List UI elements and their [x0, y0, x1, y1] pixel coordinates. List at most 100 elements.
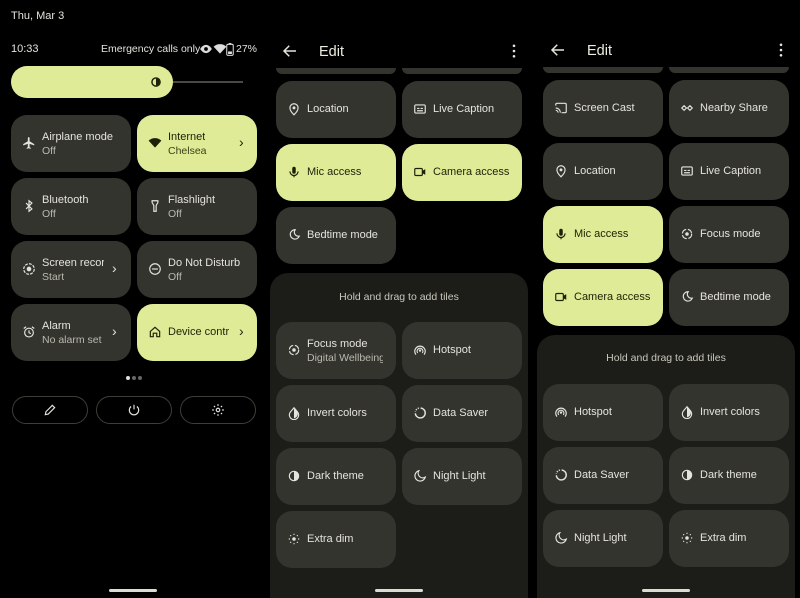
tile-dark-theme[interactable]: Dark theme — [276, 448, 396, 505]
tile-flashlight[interactable]: Flashlight Off — [137, 178, 257, 235]
tile-do-not-disturb[interactable]: Do Not Disturb Off — [137, 241, 257, 298]
page-dot — [132, 376, 136, 380]
tile-invert-colors[interactable]: Invert colors — [669, 384, 789, 441]
tile-focus-mode[interactable]: Focus mode — [669, 206, 789, 263]
gear-icon — [210, 402, 226, 418]
brightness-slider[interactable] — [11, 66, 173, 98]
quick-settings-panel: Thu, Mar 3 10:33 Emergency calls only 27… — [0, 0, 266, 598]
tile-bluetooth[interactable]: Bluetooth Off — [11, 178, 131, 235]
hotspot-icon — [412, 342, 428, 358]
tile-live-caption[interactable]: Live Caption — [402, 81, 522, 138]
chevron-right-icon: › — [239, 323, 244, 339]
tile-location[interactable]: Location — [543, 143, 663, 200]
tile-sublabel: Off — [168, 271, 182, 283]
tile-dark-theme[interactable]: Dark theme — [669, 447, 789, 504]
cast-icon — [553, 100, 569, 116]
alarm-icon — [21, 324, 37, 340]
tile-sublabel: Off — [42, 208, 56, 220]
bluetooth-icon — [21, 198, 37, 214]
tile-night-light[interactable]: Night Light — [402, 448, 522, 505]
tile-night-light[interactable]: Night Light — [543, 510, 663, 567]
tile-label: Data Saver — [574, 469, 630, 481]
tile-mic-access[interactable]: Mic access — [543, 206, 663, 263]
tile-label: Alarm — [42, 320, 71, 332]
page-title: Edit — [319, 44, 344, 60]
tile-label: Extra dim — [700, 532, 747, 544]
partial-tile — [402, 68, 522, 74]
camera-icon — [553, 289, 569, 305]
mic-icon — [286, 164, 302, 180]
back-arrow-icon[interactable] — [549, 41, 569, 61]
settings-button[interactable] — [180, 396, 256, 424]
tile-device-controls[interactable]: Device contr › — [137, 304, 257, 361]
tile-location[interactable]: Location — [276, 81, 396, 138]
chevron-right-icon: › — [112, 260, 117, 276]
tile-sublabel: Digital Wellbeing — [307, 352, 383, 364]
tile-label: Camera access — [433, 166, 510, 178]
tile-screen-record[interactable]: Screen recor Start › — [11, 241, 131, 298]
do-not-disturb-icon — [147, 261, 163, 277]
invert-icon — [679, 404, 695, 420]
tile-alarm[interactable]: Alarm No alarm set › — [11, 304, 131, 361]
home-icon — [147, 324, 163, 340]
tile-sublabel: Off — [168, 208, 182, 220]
tile-focus-mode[interactable]: Focus mode Digital Wellbeing — [276, 322, 396, 379]
power-icon — [126, 402, 142, 418]
tile-sublabel: No alarm set — [42, 334, 102, 346]
mic-icon — [553, 226, 569, 242]
tile-data-saver[interactable]: Data Saver — [543, 447, 663, 504]
gesture-bar[interactable] — [375, 589, 423, 592]
tile-airplane-mode[interactable]: Airplane mode Off — [11, 115, 131, 172]
night-light-icon — [553, 530, 569, 546]
location-icon — [553, 163, 569, 179]
tile-label: Location — [574, 165, 616, 177]
available-tiles-sheet: Hold and drag to add tiles Hotspot Inver… — [537, 335, 795, 598]
tile-label: Mic access — [307, 166, 362, 178]
tile-label: Device contr — [168, 326, 230, 338]
tile-label: Data Saver — [433, 407, 489, 419]
chevron-right-icon: › — [112, 323, 117, 339]
tile-bedtime-mode[interactable]: Bedtime mode — [276, 207, 396, 264]
tile-label: Dark theme — [307, 470, 364, 482]
tile-label: Do Not Disturb — [168, 257, 241, 269]
overflow-menu-icon[interactable] — [777, 43, 785, 57]
tile-label: Night Light — [574, 532, 627, 544]
battery-percent: 27% — [236, 43, 258, 55]
tile-data-saver[interactable]: Data Saver — [402, 385, 522, 442]
battery-icon — [225, 41, 235, 57]
tile-nearby-share[interactable]: Nearby Share — [669, 80, 789, 137]
tile-invert-colors[interactable]: Invert colors — [276, 385, 396, 442]
date-label: Thu, Mar 3 — [11, 10, 65, 22]
tile-hotspot[interactable]: Hotspot — [402, 322, 522, 379]
page-title: Edit — [587, 43, 612, 59]
tile-label: Extra dim — [307, 533, 354, 545]
tile-camera-access[interactable]: Camera access — [402, 144, 522, 201]
tile-label: Invert colors — [700, 406, 760, 418]
night-light-icon — [412, 468, 428, 484]
tile-extra-dim[interactable]: Extra dim — [669, 510, 789, 567]
tile-sublabel: Chelsea — [168, 145, 207, 157]
tile-label: Night Light — [433, 470, 486, 482]
back-arrow-icon[interactable] — [281, 42, 301, 62]
tile-extra-dim[interactable]: Extra dim — [276, 511, 396, 568]
gesture-bar[interactable] — [642, 589, 690, 592]
tile-label: Nearby Share — [700, 102, 768, 114]
tile-internet[interactable]: Internet Chelsea › — [137, 115, 257, 172]
partial-tile — [543, 67, 663, 73]
overflow-menu-icon[interactable] — [510, 44, 518, 58]
tile-screen-cast[interactable]: Screen Cast — [543, 80, 663, 137]
extra-dim-icon — [286, 531, 302, 547]
tile-mic-access[interactable]: Mic access — [276, 144, 396, 201]
extra-dim-icon — [679, 530, 695, 546]
edit-button[interactable] — [12, 396, 88, 424]
tile-hotspot[interactable]: Hotspot — [543, 384, 663, 441]
chevron-right-icon: › — [239, 134, 244, 150]
live-caption-icon — [412, 101, 428, 117]
tile-bedtime-mode[interactable]: Bedtime mode — [669, 269, 789, 326]
tile-label: Focus mode — [307, 338, 368, 350]
tile-camera-access[interactable]: Camera access — [543, 269, 663, 326]
gesture-bar[interactable] — [109, 589, 157, 592]
tile-live-caption[interactable]: Live Caption — [669, 143, 789, 200]
power-button[interactable] — [96, 396, 172, 424]
nearby-share-icon — [679, 100, 695, 116]
